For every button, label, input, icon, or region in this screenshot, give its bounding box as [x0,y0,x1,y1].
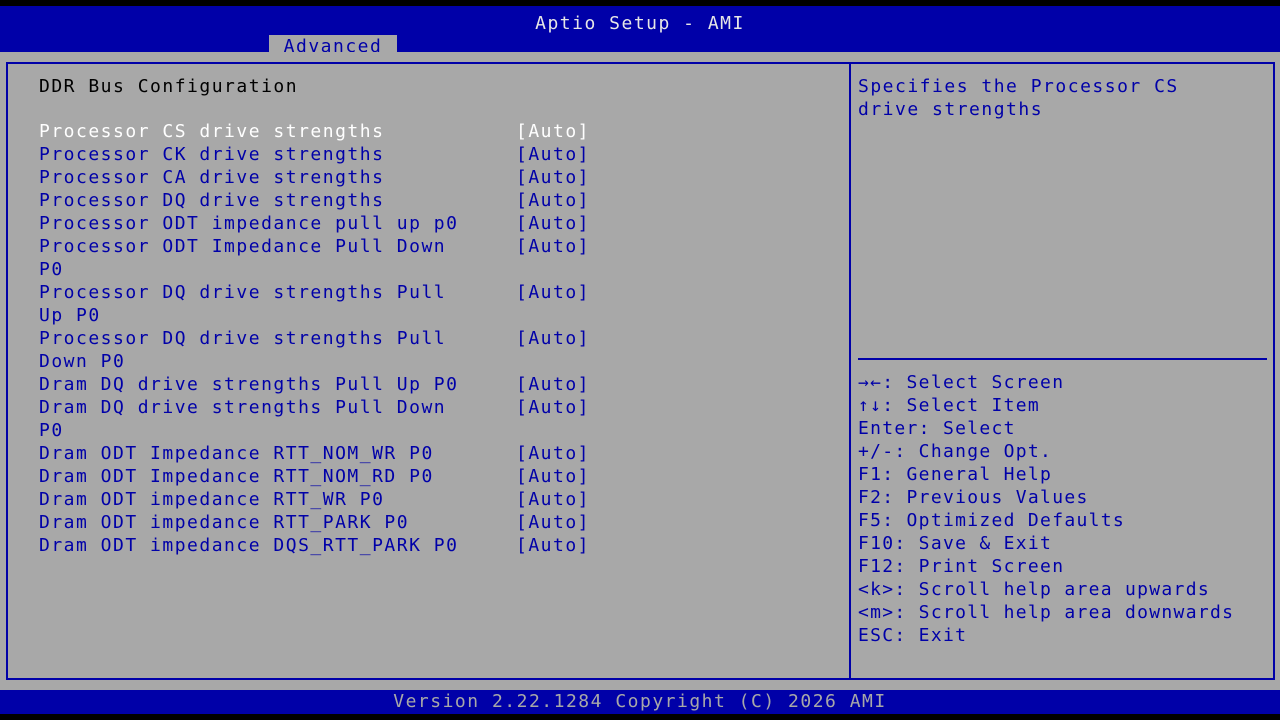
key-legend-item: F2: Previous Values [858,487,1089,508]
footer-bar: Version 2.22.1284 Copyright (C) 2026 AMI [0,690,1280,714]
setting-label: Processor DQ drive strengths [39,190,385,211]
setting-row[interactable]: Dram ODT Impedance RTT_NOM_WR P0 [Auto] [39,442,599,465]
section-title: DDR Bus Configuration [39,76,299,97]
version-text: Version 2.22.1284 Copyright (C) 2026 AMI [393,691,887,712]
setting-label: Processor CK drive strengths [39,144,385,165]
setting-row[interactable]: Dram DQ drive strengths Pull Down P0 [Aut… [39,396,599,442]
setting-row[interactable]: Processor CK drive strengths [Auto] [39,143,599,166]
setting-value[interactable]: [Auto] [516,534,590,557]
setting-row[interactable]: Processor DQ drive strengths [Auto] [39,189,599,212]
setting-value[interactable]: [Auto] [516,143,590,166]
setting-row[interactable]: Processor ODT impedance pull up p0 [Auto] [39,212,599,235]
setting-row[interactable]: Processor ODT Impedance Pull Down P0 [Aut… [39,235,599,281]
setting-label: Dram DQ drive strengths Pull Up P0 [39,374,459,395]
key-legend-item: F1: General Help [858,464,1053,485]
setting-label: Dram DQ drive strengths Pull Down P0 [39,397,447,441]
setting-label: Dram ODT Impedance RTT_NOM_RD P0 [39,466,434,487]
setting-value[interactable]: [Auto] [516,327,590,350]
setting-label: Processor CA drive strengths [39,167,385,188]
key-legend-item: F10: Save & Exit [858,533,1053,554]
setup-main-panel: DDR Bus Configuration Processor CS drive… [0,52,1280,690]
setting-value[interactable]: [Auto] [516,189,590,212]
settings-list: Processor CS drive strengths [Auto] Proces… [39,120,599,557]
setting-row[interactable]: Dram ODT impedance DQS_RTT_PARK P0 [Auto] [39,534,599,557]
key-legend-item: +/-: Change Opt. [858,441,1053,462]
setting-value[interactable]: [Auto] [516,235,590,258]
setting-value[interactable]: [Auto] [516,212,590,235]
setting-label: Dram ODT impedance DQS_RTT_PARK P0 [39,535,459,556]
key-legend-item: ESC: Exit [858,625,968,646]
setting-value[interactable]: [Auto] [516,465,590,488]
key-legend-item: F12: Print Screen [858,556,1065,577]
setting-label: Dram ODT impedance RTT_PARK P0 [39,512,410,533]
setting-label: Processor CS drive strengths [39,121,385,142]
key-legend-item: ↑↓: Select Item [858,395,1041,416]
app-title: Aptio Setup - AMI [535,13,745,34]
setting-row[interactable]: Processor DQ drive strengths Pull Down P… [39,327,599,373]
setting-row[interactable]: Processor CA drive strengths [Auto] [39,166,599,189]
key-legend-item: <k>: Scroll help area upwards [858,579,1210,600]
help-divider [858,358,1267,360]
key-legend-item: <m>: Scroll help area downwards [858,602,1235,623]
setting-label: Dram ODT Impedance RTT_NOM_WR P0 [39,443,434,464]
setting-value[interactable]: [Auto] [516,373,590,396]
setting-row[interactable]: Dram DQ drive strengths Pull Up P0 [Auto] [39,373,599,396]
setting-label: Processor ODT impedance pull up p0 [39,213,459,234]
setting-value[interactable]: [Auto] [516,281,590,304]
key-legend: →←: Select Screen ↑↓: Select Item Enter: S… [858,371,1273,647]
key-legend-item: →←: Select Screen [858,372,1065,393]
title-bar: Aptio Setup - AMI Advanced [0,6,1280,58]
setting-value[interactable]: [Auto] [516,442,590,465]
setting-value[interactable]: [Auto] [516,120,590,143]
key-legend-item: Enter: Select [858,418,1016,439]
setting-value[interactable]: [Auto] [516,166,590,189]
setting-value[interactable]: [Auto] [516,488,590,511]
setting-row[interactable]: Processor CS drive strengths [Auto] [39,120,599,143]
key-legend-item: F5: Optimized Defaults [858,510,1126,531]
help-text: Specifies the Processor CS drive strengt… [858,76,1179,120]
setting-row[interactable]: Processor DQ drive strengths Pull Up P0 [… [39,281,599,327]
setting-label: Processor DQ drive strengths Pull Up P0 [39,282,447,326]
setting-label: Processor ODT Impedance Pull Down P0 [39,236,447,280]
setting-label: Dram ODT impedance RTT_WR P0 [39,489,385,510]
setting-row[interactable]: Dram ODT impedance RTT_WR P0 [Auto] [39,488,599,511]
setting-value[interactable]: [Auto] [516,396,590,419]
setting-value[interactable]: [Auto] [516,511,590,534]
setting-label: Processor DQ drive strengths Pull Down P… [39,328,447,372]
setting-row[interactable]: Dram ODT Impedance RTT_NOM_RD P0 [Auto] [39,465,599,488]
vertical-divider [849,62,851,680]
setting-row[interactable]: Dram ODT impedance RTT_PARK P0 [Auto] [39,511,599,534]
